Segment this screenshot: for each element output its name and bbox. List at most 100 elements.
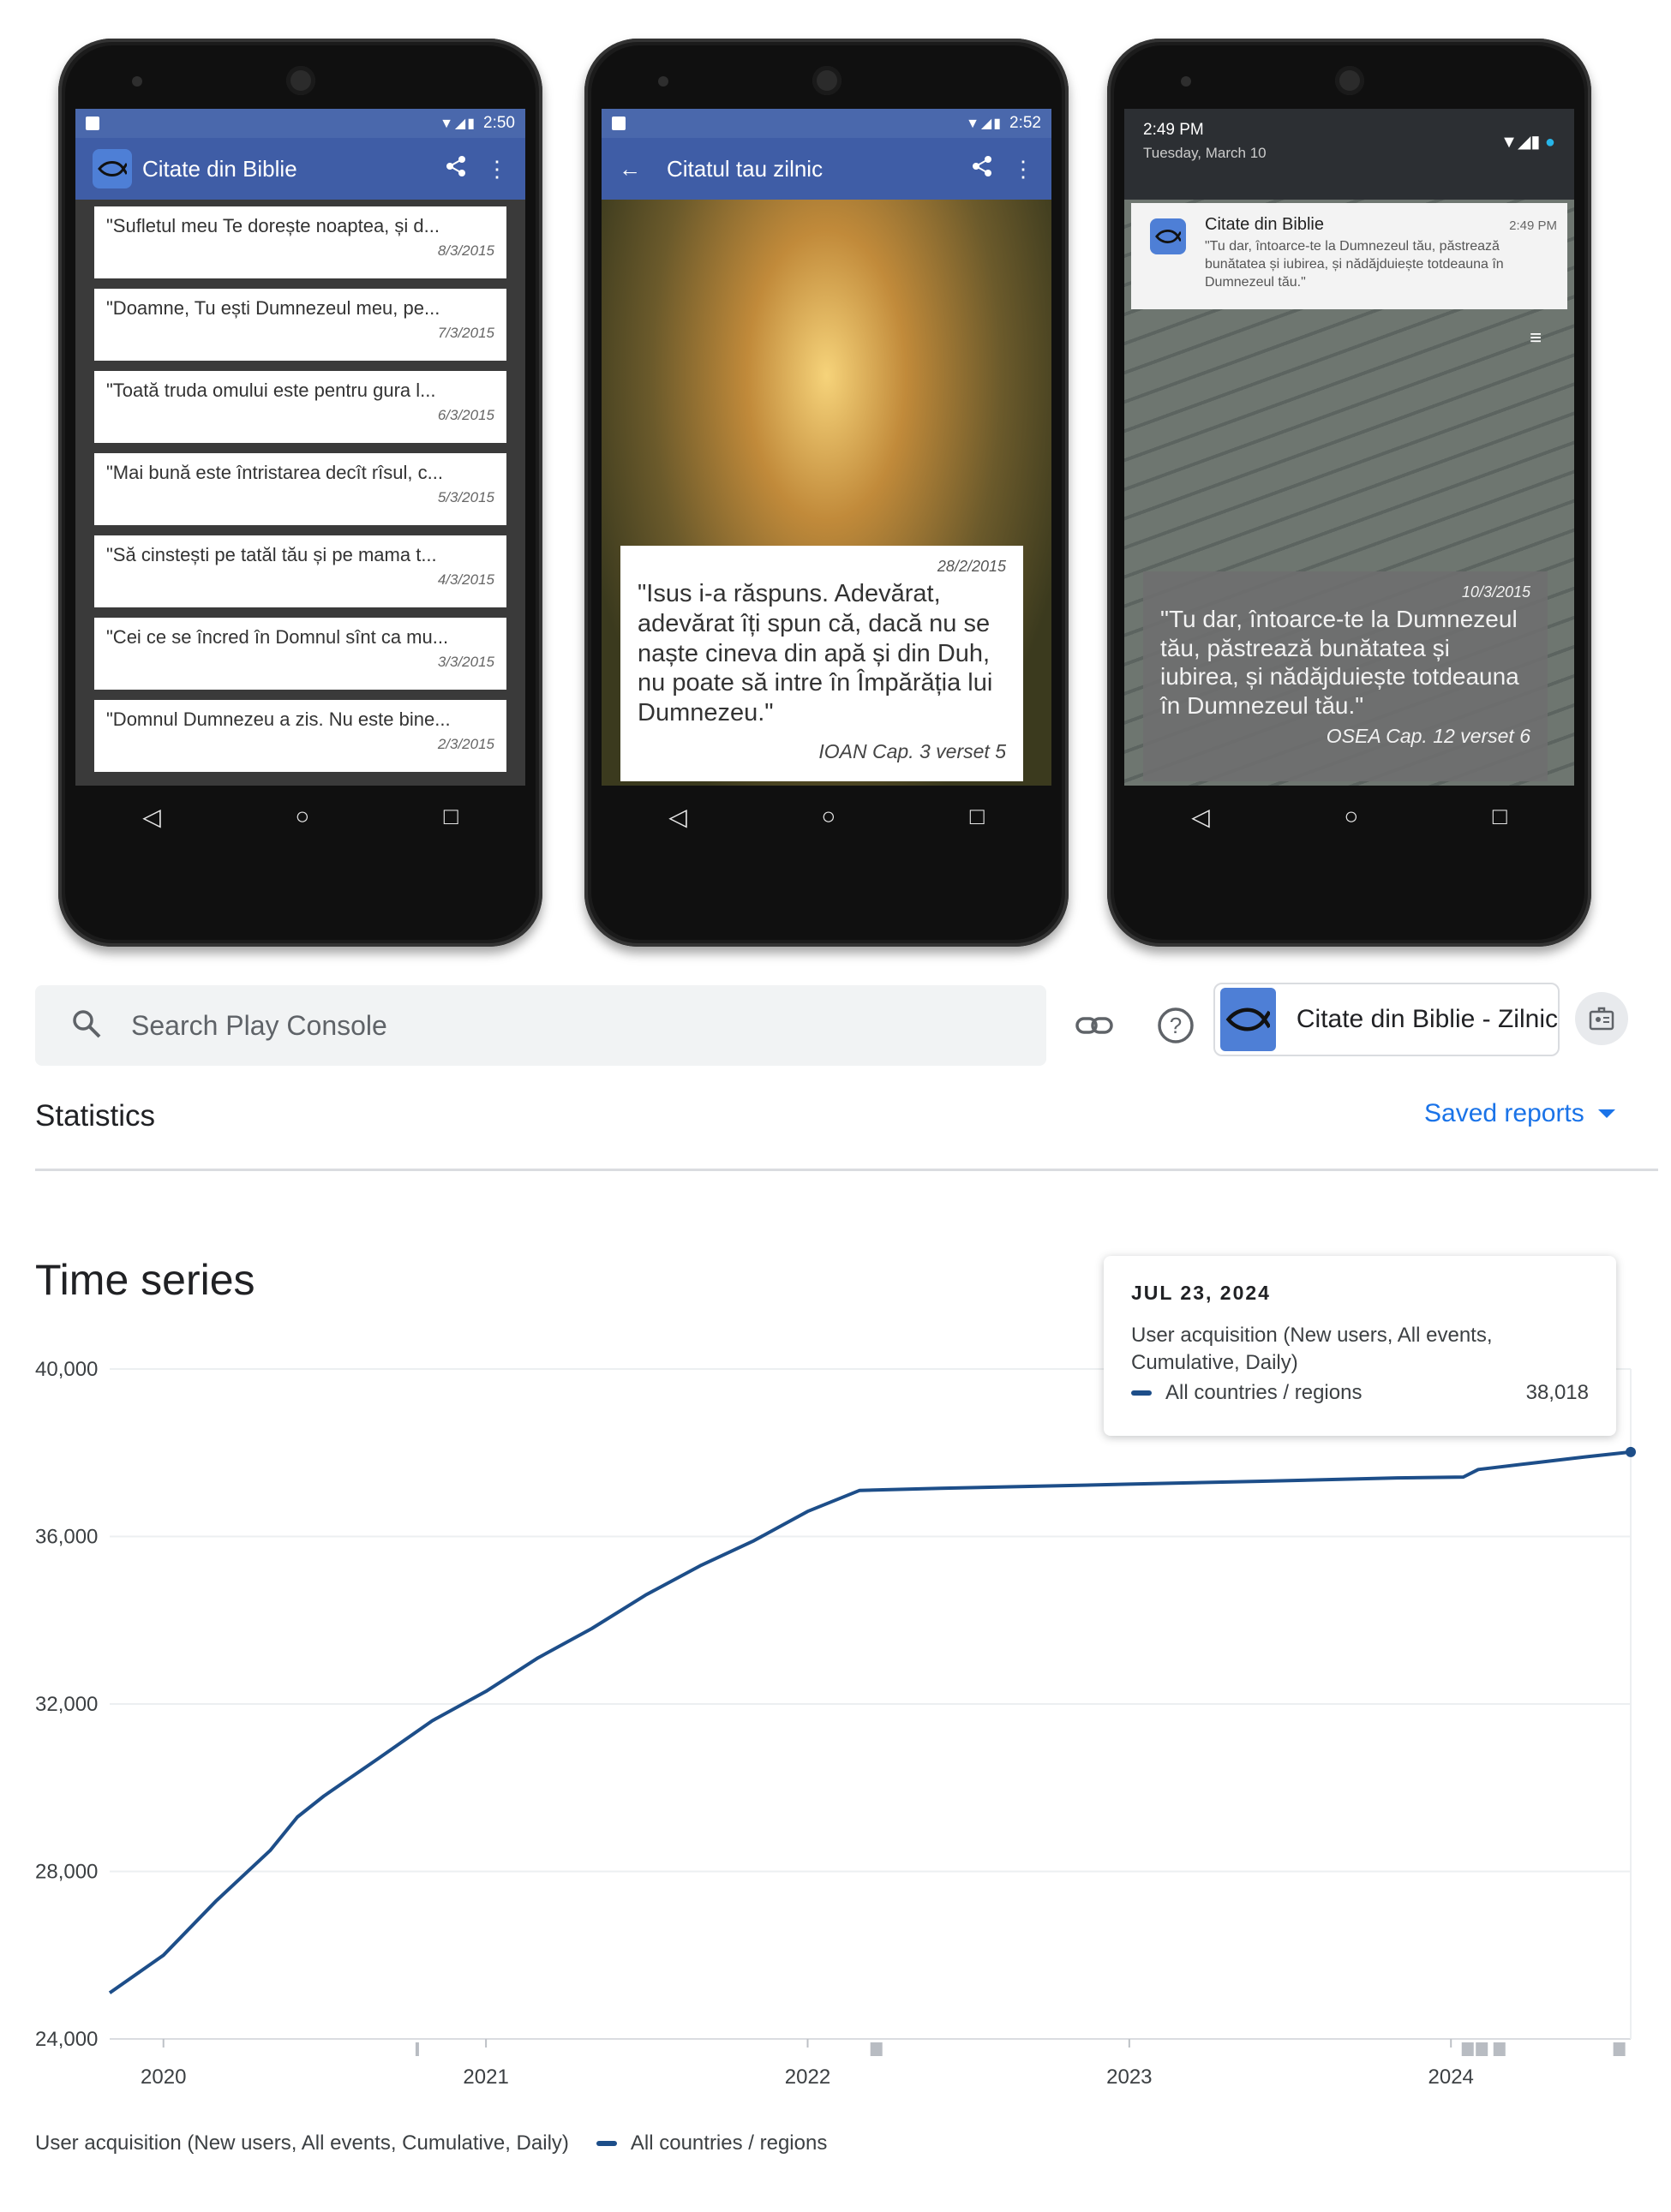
link-icon[interactable] (1067, 998, 1122, 1053)
annotation-marker (1493, 2042, 1506, 2056)
phone-sensor (132, 76, 142, 87)
lock-time: 2:49 PM (1143, 121, 1204, 139)
more-menu-icon[interactable]: ⋮ (486, 156, 508, 182)
x-tick-label: 2020 (141, 2066, 186, 2089)
search-bar[interactable] (35, 985, 1046, 1066)
quote-card: 10/3/2015 "Tu dar, întoarce-te la Dumnez… (1143, 571, 1548, 781)
app-bar: ← Citatul tau zilnic ⋮ (602, 138, 1051, 200)
notification-icon (612, 117, 626, 130)
screen-title: Citatul tau zilnic (667, 155, 824, 182)
app-logo-icon (93, 149, 132, 188)
back-icon[interactable]: ◁ (142, 803, 161, 831)
legend-metric: User acquisition (New users, All events,… (35, 2131, 569, 2155)
annotation-marker (1461, 2042, 1474, 2056)
list-item[interactable]: "Domnul Dumnezeu a zis. Nu este bine... … (94, 700, 506, 772)
list-item[interactable]: "Toată truda omului este pentru gura l..… (94, 371, 506, 443)
quote-date: 28/2/2015 (937, 558, 1006, 575)
series-swatch (596, 2141, 617, 2146)
notification-title: Citate din Biblie (1205, 215, 1324, 234)
notification-card[interactable]: Citate din Biblie 2:49 PM "Tu dar, întoa… (1131, 203, 1567, 309)
app-title: Citate din Biblie (142, 155, 297, 182)
list-item[interactable]: "Mai bună este întristarea decît rîsul, … (94, 453, 506, 525)
phone-mockup-list: ▼◢▮ 2:50 Citate din Biblie ⋮ "Sufletul m… (58, 39, 542, 947)
quote-card: 28/2/2015 "Isus i-a răspuns. Adevărat, a… (620, 546, 1023, 781)
quote-date: 2/3/2015 (437, 736, 494, 752)
chart-title: Time series (35, 1256, 255, 1304)
search-icon (71, 1008, 102, 1043)
home-icon[interactable]: ○ (1344, 803, 1358, 830)
chart-tooltip: JUL 23, 2024 User acquisition (New users… (1104, 1256, 1616, 1436)
home-icon[interactable]: ○ (821, 803, 836, 830)
phone-screen: ▼◢▮ 2:50 Citate din Biblie ⋮ "Sufletul m… (75, 109, 525, 786)
status-time: 2:52 (1009, 114, 1041, 132)
series-swatch (1131, 1390, 1152, 1396)
quote-date: 8/3/2015 (437, 242, 494, 259)
legend-series: All countries / regions (630, 2131, 828, 2155)
quote-reference: IOAN Cap. 3 verset 5 (818, 739, 1006, 762)
phone-speaker (285, 66, 315, 95)
status-bar: ▼◢▮ 2:52 (602, 109, 1051, 138)
home-icon[interactable]: ○ (295, 803, 309, 830)
notification-text: "Tu dar, întoarce-te la Dumnezeul tău, p… (1205, 239, 1504, 290)
share-icon[interactable] (445, 155, 467, 183)
quote-text: "Domnul Dumnezeu a zis. Nu este bine... (106, 708, 451, 730)
recents-icon[interactable]: □ (444, 803, 458, 830)
annotation-marker (870, 2042, 883, 2056)
tooltip-date: JUL 23, 2024 (1131, 1282, 1271, 1304)
quote-text: "Tu dar, întoarce-te la Dumnezeul tău, p… (1160, 606, 1519, 719)
recents-icon[interactable]: □ (970, 803, 985, 830)
time-series-chart[interactable]: 24,000 28,000 32,000 36,000 40,000 2020 2021 20… (0, 1319, 1671, 2176)
search-input[interactable] (131, 1009, 902, 1042)
account-icon[interactable] (1575, 992, 1628, 1045)
quote-text: "Sufletul meu Te dorește noaptea, și d..… (106, 215, 440, 236)
tooltip-value: 38,018 (1525, 1380, 1589, 1404)
phone-screen: ▼◢▮ 2:52 ← Citatul tau zilnic ⋮ 28/2/201… (602, 109, 1051, 786)
phone-speaker (812, 66, 841, 95)
page-title: Statistics (35, 1099, 156, 1133)
list-item[interactable]: "Doamne, Tu ești Dumnezeul meu, pe... 7/… (94, 289, 506, 361)
annotation-marker (1613, 2042, 1626, 2056)
app-selector[interactable]: Citate din Biblie - Zilnic (1213, 983, 1560, 1056)
quote-reference: OSEA Cap. 12 verset 6 (1326, 725, 1530, 748)
status-time: 2:50 (483, 114, 515, 132)
y-tick-label: 32,000 (35, 1693, 98, 1716)
lock-header: 2:49 PM Tuesday, March 10 ▼◢▮ ● (1124, 109, 1574, 200)
chart-legend: User acquisition (New users, All events,… (35, 2131, 827, 2155)
back-icon[interactable]: ◁ (668, 803, 687, 831)
annotation-marker (415, 2042, 419, 2056)
help-icon[interactable]: ? (1148, 998, 1203, 1053)
phone-screen: 2:49 PM Tuesday, March 10 ▼◢▮ ● Citate d… (1124, 109, 1574, 786)
back-arrow-icon[interactable]: ← (619, 156, 641, 182)
app-logo-icon (1150, 218, 1186, 254)
data-point (1626, 1446, 1636, 1457)
recents-icon[interactable]: □ (1493, 803, 1507, 830)
y-tick-label: 36,000 (35, 1526, 98, 1549)
phone-sensor (658, 76, 668, 87)
y-tick-label: 40,000 (35, 1358, 98, 1381)
back-icon[interactable]: ◁ (1191, 803, 1210, 831)
quote-text: "Isus i-a răspuns. Adevărat, adevărat îț… (638, 580, 993, 727)
quote-text: "Doamne, Tu ești Dumnezeul meu, pe... (106, 297, 440, 319)
saved-reports-dropdown[interactable]: Saved reports (1424, 1099, 1615, 1128)
tooltip-metric: User acquisition (New users, All events,… (1131, 1324, 1493, 1375)
list-item[interactable]: "Cei ce se încred în Domnul sînt ca mu..… (94, 618, 506, 690)
share-icon[interactable] (971, 155, 993, 183)
quote-date: 6/3/2015 (437, 407, 494, 423)
notification-stack-icon: ≡ (1529, 326, 1542, 350)
y-tick-label: 28,000 (35, 1861, 98, 1884)
phone-mockup-lockscreen: 2:49 PM Tuesday, March 10 ▼◢▮ ● Citate d… (1107, 39, 1591, 947)
x-tick-label: 2024 (1428, 2066, 1474, 2089)
more-menu-icon[interactable]: ⋮ (1012, 156, 1034, 182)
divider (35, 1169, 1658, 1171)
signal-icon: ▼◢▮ (966, 117, 1003, 131)
phone-sensor (1181, 76, 1191, 87)
quote-list: "Sufletul meu Te dorește noaptea, și d..… (75, 200, 525, 772)
phone-speaker (1334, 66, 1364, 95)
list-item[interactable]: "Sufletul meu Te dorește noaptea, și d..… (94, 206, 506, 278)
list-item[interactable]: "Să cinstești pe tatăl tău și pe mama t.… (94, 535, 506, 607)
x-tick-label: 2023 (1106, 2066, 1152, 2089)
status-icons: ▼◢▮ ● (1500, 133, 1555, 152)
app-bar: Citate din Biblie ⋮ (75, 138, 525, 200)
notification-time: 2:49 PM (1509, 218, 1557, 233)
annotation-marker (1476, 2042, 1488, 2056)
